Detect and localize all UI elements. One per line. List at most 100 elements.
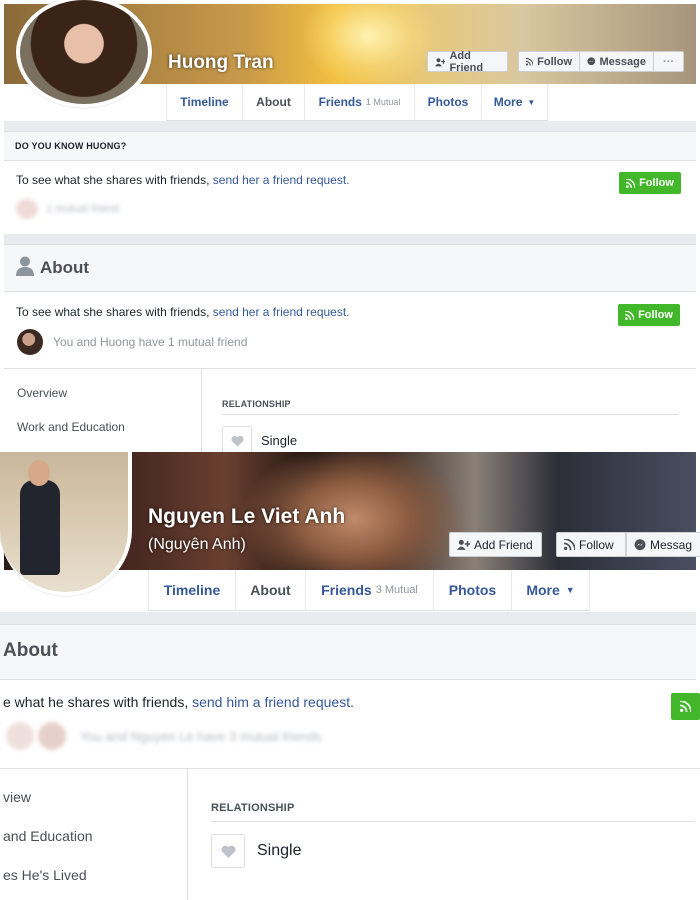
tab-label: Photos <box>448 582 497 598</box>
relationship-header: RELATIONSHIP <box>211 802 295 814</box>
follow-rss-icon <box>564 539 575 550</box>
relationship-value: Single <box>257 842 302 859</box>
follow-button[interactable]: Follow <box>556 532 626 557</box>
section-gap <box>4 234 696 244</box>
nav-work-education[interactable]: Work and Education <box>17 420 125 434</box>
send-friend-request-link[interactable]: send her a friend request. <box>213 305 350 319</box>
profile-avatar[interactable] <box>0 452 132 596</box>
profile-alternate-name: (Nguyên Anh) <box>148 536 246 553</box>
message-button[interactable]: Message <box>580 51 654 72</box>
profile-name[interactable]: Huong Tran <box>168 52 274 74</box>
about-text: e what he shares with friends, <box>3 694 193 710</box>
follow-rss-icon <box>625 310 635 320</box>
tab-label: Timeline <box>163 582 221 598</box>
tab-label: Photos <box>427 95 469 109</box>
about-header: About <box>0 624 696 680</box>
tab-label: Friends <box>318 95 362 109</box>
relationship-value: Single <box>261 433 298 448</box>
follow-label: Follow <box>638 309 673 321</box>
relationship-header: RELATIONSHIP <box>222 399 291 409</box>
about-title: About <box>3 640 58 661</box>
tab-timeline[interactable]: Timeline <box>166 84 242 120</box>
blurred-mutual-row: You and Nguyen Le have 3 mutual friends <box>6 722 322 750</box>
follow-button[interactable]: Follow <box>518 51 580 72</box>
nav-overview[interactable]: Overview <box>17 386 67 400</box>
person-icon <box>16 256 34 276</box>
more-dots-icon: ··· <box>663 55 674 68</box>
follow-rss-icon <box>526 57 534 66</box>
about-prompt: To see what she shares with friends, sen… <box>16 305 350 319</box>
mutual-friends-text[interactable]: You and Huong have 1 mutual friend <box>53 335 247 349</box>
relationship-icon-box <box>211 834 245 868</box>
add-friend-button[interactable]: Add Friend <box>427 49 508 74</box>
tab-more[interactable]: More ▼ <box>511 570 590 610</box>
section-gap <box>4 121 696 131</box>
mutual-avatar <box>16 199 38 219</box>
tab-label: About <box>256 95 291 109</box>
do-you-know-header: DO YOU KNOW HUONG? <box>4 131 696 161</box>
mutual-count: 1 Mutual <box>365 97 401 107</box>
tab-label: Timeline <box>180 95 229 109</box>
more-options-button[interactable]: ··· <box>654 51 684 72</box>
follow-rss-icon <box>626 178 636 188</box>
send-friend-request-link[interactable]: send her a friend request. <box>213 173 350 187</box>
tab-more[interactable]: More ▼ <box>481 84 548 120</box>
tab-label: More <box>526 582 560 598</box>
profile-panel-huong: Huong Tran Add Friend Follow Message ···… <box>0 0 700 452</box>
mutual-avatar <box>38 722 66 750</box>
profile-tabs: Timeline About Friends 3 Mutual Photos Mo… <box>148 570 590 611</box>
tab-label: About <box>250 582 291 598</box>
messenger-icon <box>634 538 646 550</box>
follow-rss-icon <box>680 701 691 712</box>
add-friend-icon <box>457 539 470 550</box>
profile-tabs: Timeline About Friends 1 Mutual Photos Mo… <box>166 84 548 121</box>
profile-name[interactable]: Nguyen Le Viet Anh <box>148 505 345 529</box>
tab-about[interactable]: About <box>242 84 304 120</box>
mutual-avatar <box>6 722 34 750</box>
divider <box>211 821 695 822</box>
blurred-mutual-text: 1 mutual friend <box>46 203 119 215</box>
send-friend-request-link[interactable]: send him a friend request. <box>192 694 354 710</box>
add-friend-label: Add Friend <box>474 537 533 552</box>
tab-friends[interactable]: Friends 3 Mutual <box>305 570 433 610</box>
tab-label: More <box>493 95 523 109</box>
tab-photos[interactable]: Photos <box>414 84 481 120</box>
add-friend-icon <box>435 57 446 66</box>
add-friend-label: Add Friend <box>449 49 484 74</box>
section-gap <box>0 612 696 624</box>
heart-icon <box>221 845 235 858</box>
nav-work-education[interactable]: and Education <box>3 828 93 844</box>
follow-label: Follow <box>537 55 572 68</box>
mutual-friend-avatar[interactable] <box>17 329 43 355</box>
message-button[interactable]: Messag <box>626 532 700 557</box>
about-header: About <box>4 244 696 292</box>
nav-places-lived[interactable]: es He's Lived <box>3 867 87 883</box>
divider <box>222 414 678 415</box>
tab-label: Friends <box>321 582 372 598</box>
message-label: Message <box>599 55 646 68</box>
mutual-count: 3 Mutual <box>375 584 418 596</box>
heart-icon <box>230 435 244 447</box>
nav-overview[interactable]: view <box>3 789 31 805</box>
about-title: About <box>40 258 90 277</box>
follow-label: Follow <box>639 177 674 189</box>
relationship-icon-box <box>222 426 252 452</box>
tab-timeline[interactable]: Timeline <box>148 570 235 610</box>
dropdown-caret-icon: ▼ <box>565 585 575 595</box>
tab-friends[interactable]: Friends 1 Mutual <box>304 84 414 120</box>
follow-green-button[interactable]: Follow <box>619 172 681 194</box>
blurred-mutual-text: You and Nguyen Le have 3 mutual friends <box>80 728 322 744</box>
follow-green-button[interactable]: Follow <box>618 304 680 326</box>
follow-green-button[interactable] <box>671 693 700 720</box>
profile-avatar[interactable] <box>16 0 152 108</box>
messenger-icon <box>587 57 596 66</box>
add-friend-button[interactable]: Add Friend <box>449 532 542 557</box>
message-label: Messag <box>650 537 693 552</box>
blurred-mutual-row: 1 mutual friend <box>16 199 119 219</box>
follow-label: Follow <box>579 537 614 552</box>
tab-photos[interactable]: Photos <box>433 570 511 610</box>
do-you-know-title: DO YOU KNOW HUONG? <box>15 141 127 151</box>
profile-panel-viet-anh: Nguyen Le Viet Anh (Nguyên Anh) Add Frie… <box>0 452 700 900</box>
tab-about[interactable]: About <box>235 570 305 610</box>
know-text: To see what she shares with friends, <box>16 173 213 187</box>
